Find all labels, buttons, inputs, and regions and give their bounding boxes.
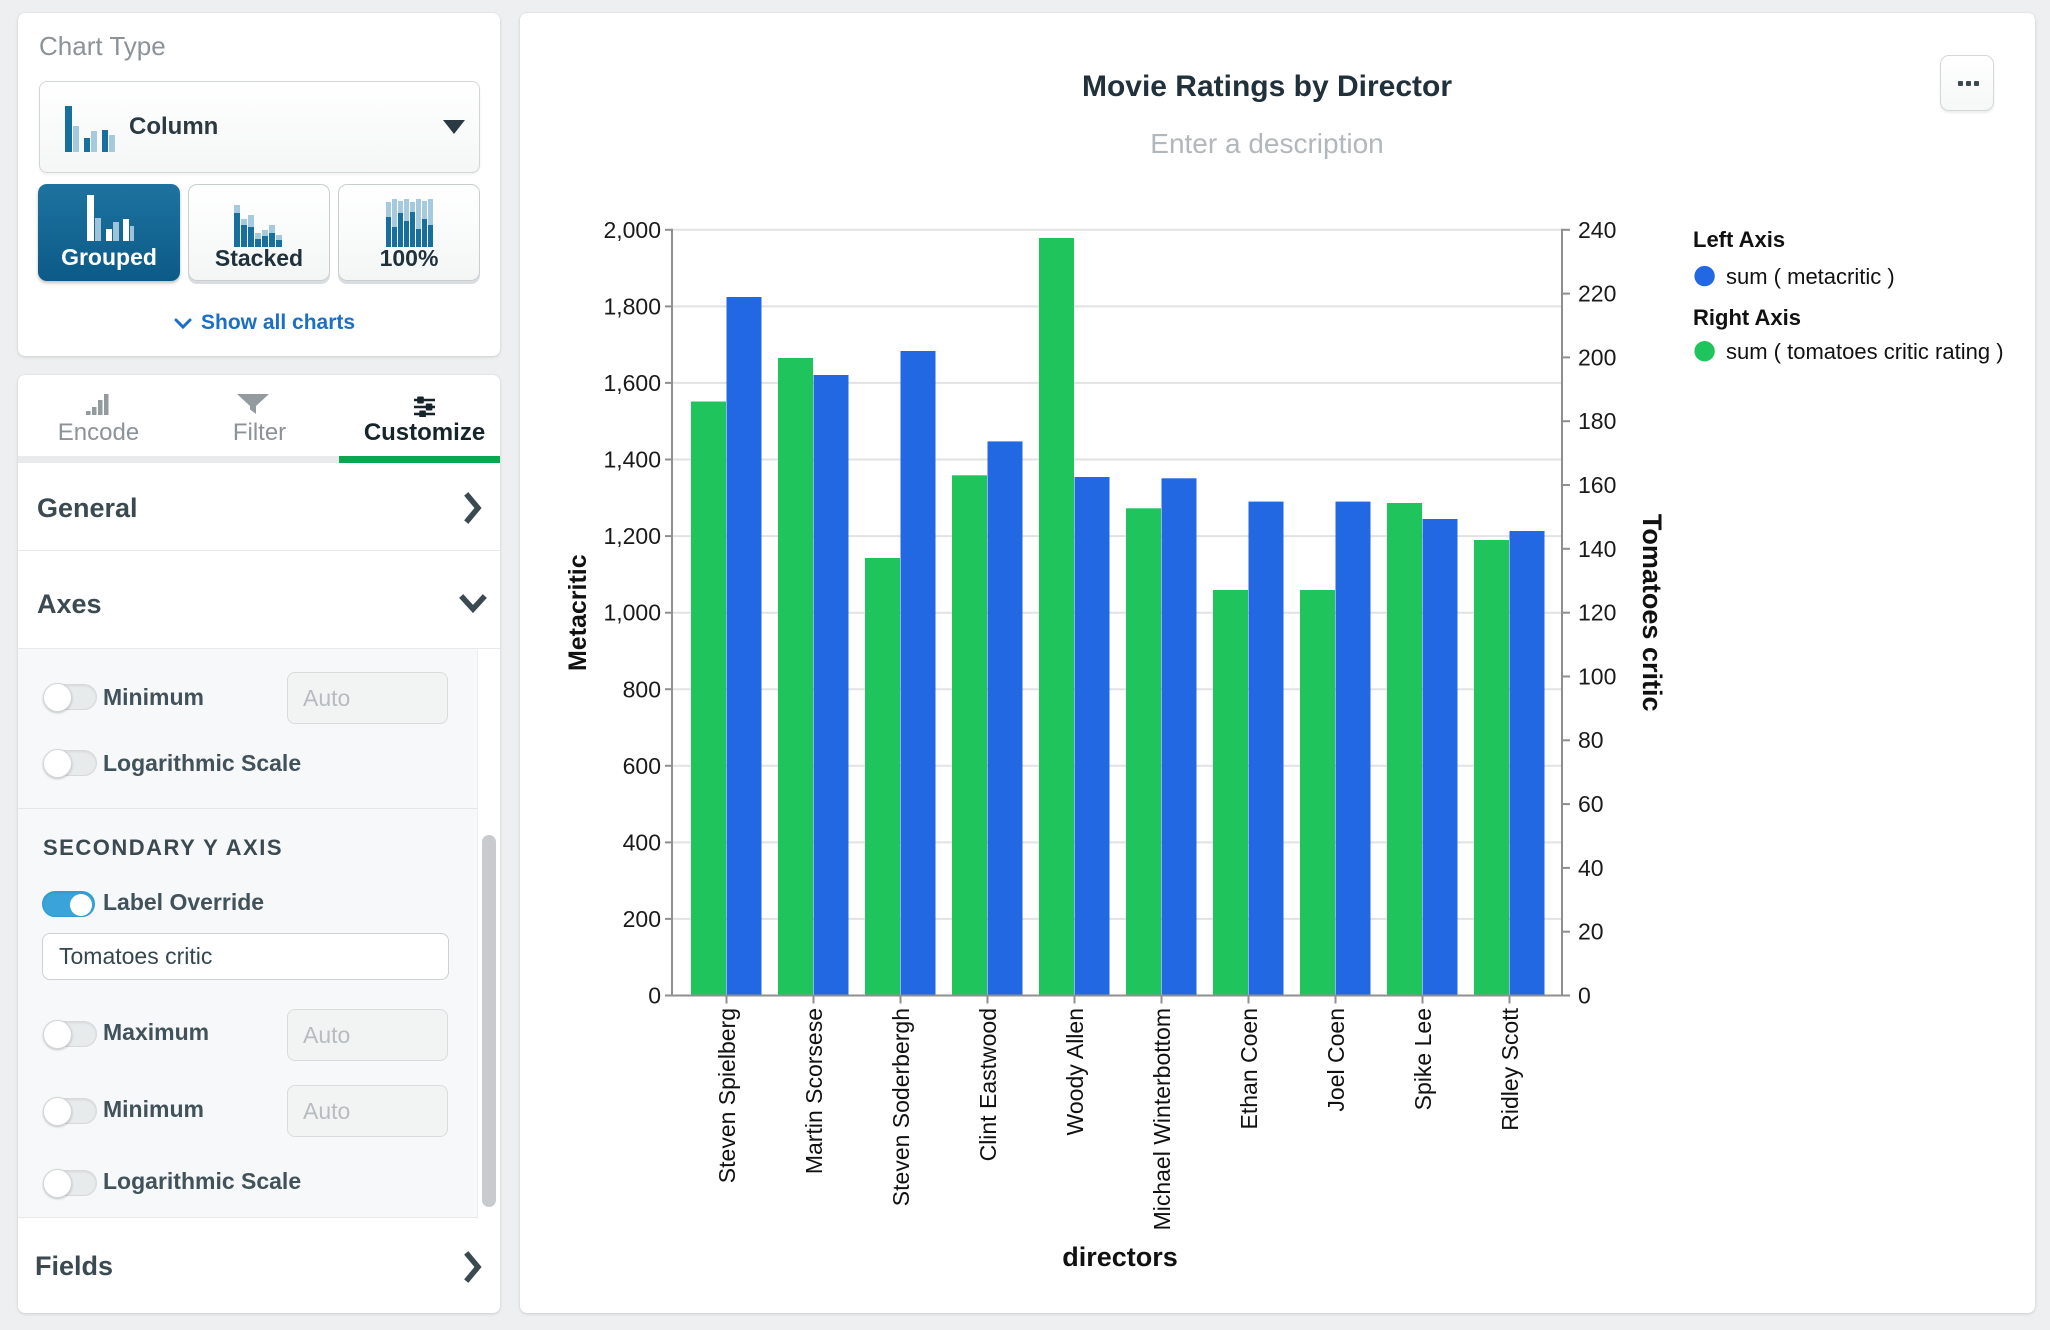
svg-text:200: 200	[1578, 345, 1616, 371]
svg-text:0: 0	[648, 983, 661, 1009]
svg-text:Metacritic: Metacritic	[564, 554, 592, 671]
svg-text:Left Axis: Left Axis	[1693, 227, 1785, 252]
svg-text:200: 200	[623, 906, 661, 932]
svg-text:80: 80	[1578, 727, 1604, 753]
svg-text:400: 400	[623, 830, 661, 856]
svg-text:180: 180	[1578, 408, 1616, 434]
svg-text:Martin Scorsese: Martin Scorsese	[801, 1008, 827, 1174]
svg-text:2,000: 2,000	[603, 217, 661, 243]
svg-text:220: 220	[1578, 281, 1616, 307]
svg-text:600: 600	[623, 753, 661, 779]
svg-text:Joel Coen: Joel Coen	[1323, 1008, 1349, 1112]
svg-text:directors: directors	[1062, 1242, 1178, 1272]
svg-text:1,600: 1,600	[603, 370, 661, 396]
svg-text:1,200: 1,200	[603, 523, 661, 549]
svg-text:20: 20	[1578, 919, 1604, 945]
svg-text:160: 160	[1578, 472, 1616, 498]
svg-text:sum ( tomatoes critic rating ): sum ( tomatoes critic rating )	[1726, 339, 2004, 364]
svg-text:Ridley Scott: Ridley Scott	[1497, 1007, 1523, 1130]
svg-text:Ethan Coen: Ethan Coen	[1236, 1008, 1262, 1129]
svg-text:0: 0	[1578, 983, 1591, 1009]
svg-text:Michael Winterbottom: Michael Winterbottom	[1149, 1008, 1175, 1230]
svg-text:140: 140	[1578, 536, 1616, 562]
svg-text:Right Axis: Right Axis	[1693, 305, 1801, 330]
svg-text:1,400: 1,400	[603, 447, 661, 473]
svg-text:1,800: 1,800	[603, 294, 661, 320]
svg-text:Tomatoes critic: Tomatoes critic	[1637, 514, 1667, 712]
svg-text:120: 120	[1578, 600, 1616, 626]
svg-text:1,000: 1,000	[603, 600, 661, 626]
svg-text:Spike Lee: Spike Lee	[1410, 1008, 1436, 1110]
svg-text:sum ( metacritic ): sum ( metacritic )	[1726, 264, 1895, 289]
svg-text:40: 40	[1578, 855, 1604, 881]
svg-text:Steven Soderbergh: Steven Soderbergh	[888, 1008, 914, 1206]
svg-text:800: 800	[623, 677, 661, 703]
svg-text:Woody Allen: Woody Allen	[1062, 1008, 1088, 1135]
svg-text:Steven Spielberg: Steven Spielberg	[714, 1008, 740, 1183]
svg-text:240: 240	[1578, 217, 1616, 243]
svg-text:60: 60	[1578, 791, 1604, 817]
svg-text:100: 100	[1578, 664, 1616, 690]
svg-text:Clint Eastwood: Clint Eastwood	[975, 1008, 1001, 1161]
